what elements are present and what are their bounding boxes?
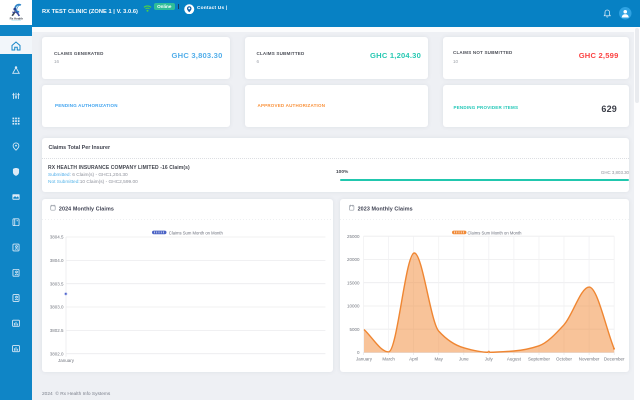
svg-text:15000: 15000 [347, 281, 360, 286]
svg-text:March: March [382, 357, 395, 362]
svg-text:December: December [604, 357, 625, 362]
svg-text:3803.5: 3803.5 [50, 282, 64, 287]
svg-text:July: July [485, 357, 494, 362]
svg-text:Claims Sum Month on Month: Claims Sum Month on Month [468, 231, 523, 236]
svg-text:November: November [579, 357, 600, 362]
svg-text:20000: 20000 [347, 257, 360, 262]
svg-text:October: October [556, 357, 572, 362]
svg-text:3804.5: 3804.5 [50, 235, 64, 240]
svg-text:January: January [356, 357, 373, 362]
svg-text:Rx Health: Rx Health [10, 16, 24, 20]
svg-text:April: April [409, 357, 418, 362]
svg-text:August: August [507, 357, 522, 362]
svg-text:September: September [528, 357, 550, 362]
svg-text:2023 Monthly Claims: 2023 Monthly Claims [358, 207, 413, 213]
svg-text:10000: 10000 [347, 304, 360, 309]
svg-text:25000: 25000 [347, 234, 360, 239]
svg-text:3804.0: 3804.0 [50, 258, 64, 263]
svg-text:May: May [434, 357, 443, 362]
svg-text:3803.0: 3803.0 [50, 305, 64, 310]
svg-text:January: January [58, 358, 75, 363]
svg-text:June: June [459, 357, 469, 362]
svg-text:Claims Sum Month on Month: Claims Sum Month on Month [169, 231, 224, 236]
svg-text:2024 Monthly Claims: 2024 Monthly Claims [59, 207, 114, 213]
svg-text:3802.5: 3802.5 [50, 328, 64, 333]
svg-text:3802.0: 3802.0 [50, 352, 64, 357]
svg-text:5000: 5000 [350, 327, 360, 332]
svg-text:0: 0 [357, 350, 360, 355]
